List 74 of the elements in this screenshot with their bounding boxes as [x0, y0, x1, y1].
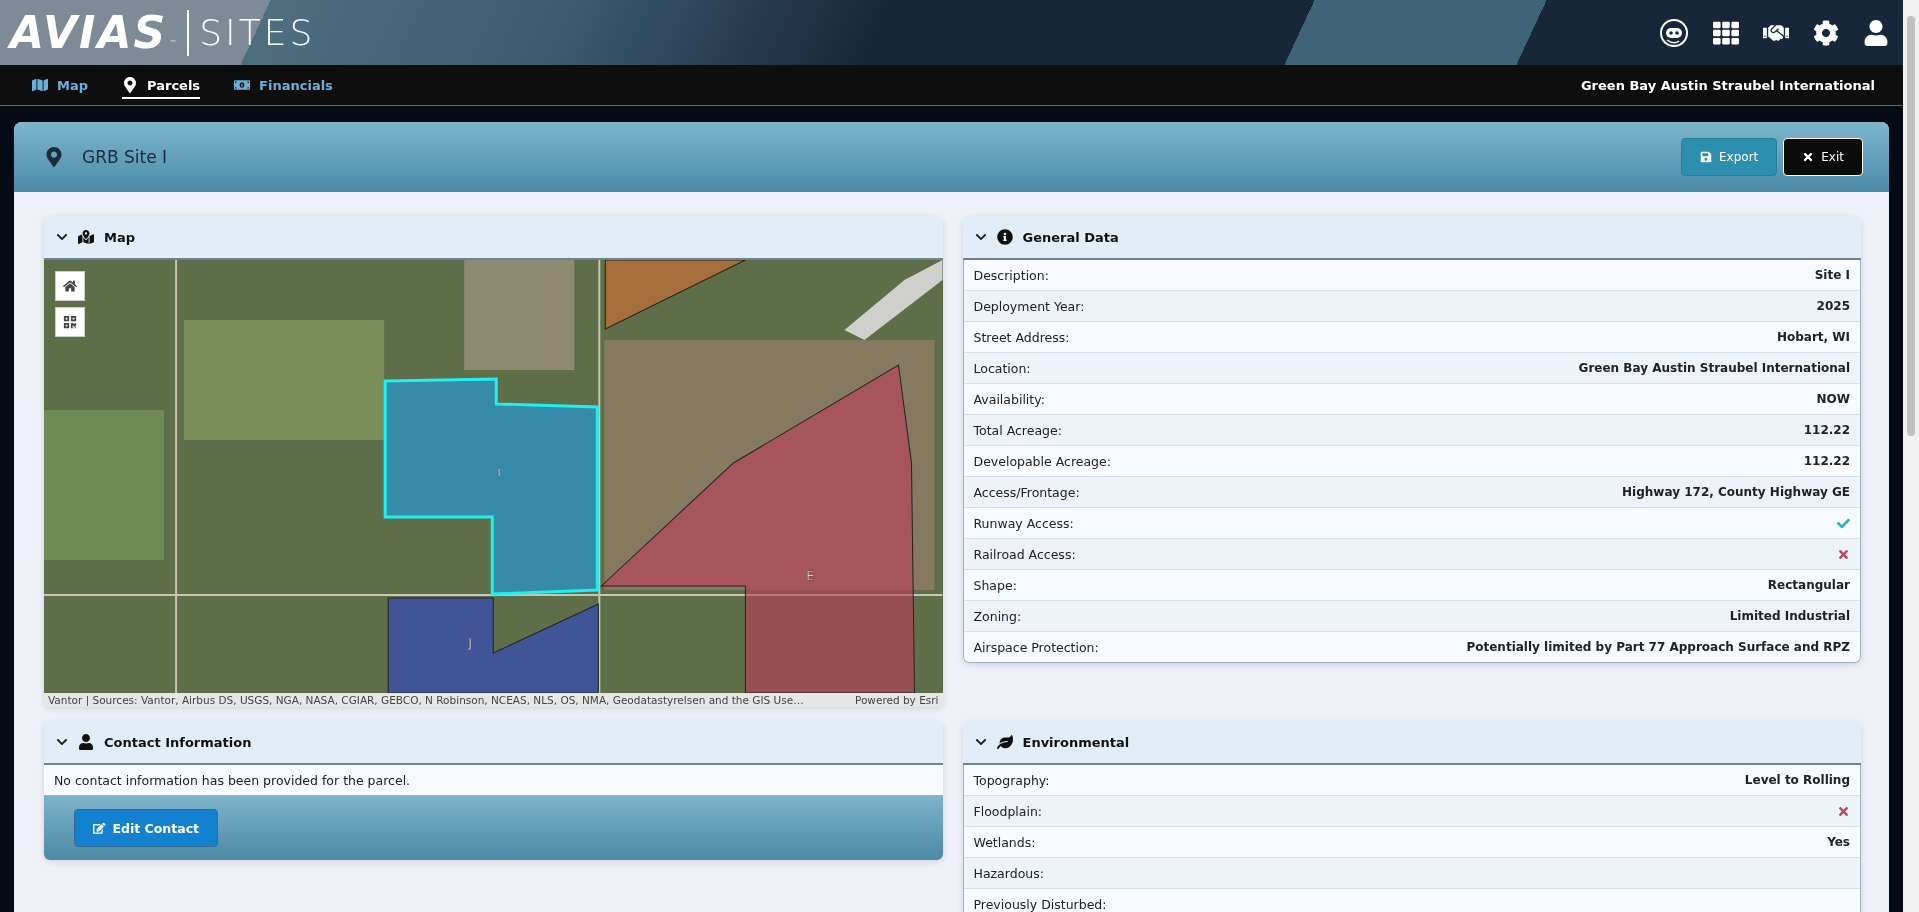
map-marker-icon: [78, 229, 94, 245]
field-label: Location:: [973, 360, 1031, 376]
field-label: Zoning:: [973, 608, 1022, 624]
home-icon: [63, 279, 77, 293]
field-value: 112.22: [1803, 423, 1850, 437]
field-value: Level to Rolling: [1744, 773, 1850, 787]
field-label: Access/Frontage:: [973, 484, 1080, 500]
robot-helmet-icon[interactable]: [1659, 17, 1689, 48]
home-button[interactable]: [55, 271, 85, 301]
scrollbar[interactable]: [1903, 0, 1919, 912]
exit-button[interactable]: Exit: [1783, 138, 1863, 176]
chevron-icon[interactable]: [56, 736, 68, 748]
banknote-icon: [234, 77, 251, 93]
chevron-icon[interactable]: [974, 231, 987, 243]
location-pin-icon: [122, 77, 138, 93]
map-icon: [32, 77, 48, 93]
settings-icon[interactable]: [1813, 19, 1839, 46]
field-label: Topography:: [973, 772, 1050, 788]
parcel-label: E: [806, 568, 815, 583]
field-label: Runway Access:: [973, 515, 1074, 531]
panel-title: Contact Information: [104, 734, 252, 750]
field-value: Potentially limited by Part 77 Approach Surface and RPZ: [1466, 640, 1850, 654]
panel-title: Map: [104, 229, 135, 245]
qr-code-button[interactable]: [55, 307, 85, 337]
field-value: 2025: [1816, 299, 1850, 313]
field-label: Shape:: [973, 577, 1017, 593]
chevron-icon[interactable]: [56, 231, 68, 243]
close-icon: [1802, 151, 1815, 163]
field-label: Railroad Access:: [973, 546, 1076, 562]
grid-icon[interactable]: [1713, 19, 1739, 46]
field-label: Description:: [973, 267, 1049, 283]
field-label: Wetlands:: [973, 834, 1036, 850]
field-label: Hazardous:: [973, 865, 1044, 881]
field-label: Airspace Protection:: [973, 639, 1099, 655]
trademark-sign: ™: [169, 39, 178, 48]
map-attribution: Vantor | Sources: Vantor, Airbus DS, USGS, NGA, NASA, CGIAR, GEBCO, N Robinson, NCEAS, NLS, OS, NMA, Geodatastyrelsen and the GIS Use…: [48, 694, 804, 706]
field-label: Street Address:: [973, 329, 1070, 345]
parcel-label: I: [497, 465, 502, 480]
field-value: Yes: [1827, 835, 1850, 849]
field-value: Site I: [1814, 268, 1850, 282]
nav-tab[interactable]: Parcels: [122, 71, 201, 99]
field-value: Rectangular: [1767, 578, 1850, 592]
user-icon: [78, 734, 94, 750]
export-button[interactable]: Export: [1681, 138, 1778, 176]
field-label: Developable Acreage:: [973, 453, 1111, 469]
panel-title: Environmental: [1022, 734, 1130, 750]
qr-code-icon: [63, 315, 77, 329]
chevron-icon[interactable]: [974, 736, 987, 748]
panel-title: General Data: [1022, 229, 1119, 245]
edit-contact-button[interactable]: Edit Contact: [74, 809, 219, 847]
nav-tab[interactable]: Financials: [234, 71, 333, 99]
edit-icon: [93, 821, 106, 835]
field-label: Total Acreage:: [973, 422, 1062, 438]
airport-name: Green Bay Austin Straubel International: [1580, 77, 1875, 93]
field-value: NOW: [1816, 392, 1850, 406]
page-title: GRB Site I: [82, 147, 168, 167]
product-name: SITES: [199, 12, 316, 53]
field-label: Previously Disturbed:: [973, 896, 1107, 912]
info-icon: [996, 229, 1013, 245]
save-icon: [1700, 151, 1712, 163]
powered-by-link[interactable]: Powered by Esri: [854, 694, 939, 706]
field-value: Hobart, WI: [1776, 330, 1850, 344]
user-icon[interactable]: [1863, 19, 1889, 46]
parcel-label: J: [468, 635, 473, 650]
field-value: Highway 172, County Highway GE: [1622, 485, 1850, 499]
field-value: Green Bay Austin Straubel International: [1578, 361, 1850, 375]
leaf-icon: [996, 734, 1013, 750]
field-label: Availability:: [973, 391, 1045, 407]
field-value: Limited Industrial: [1729, 609, 1850, 623]
location-pin-icon: [44, 147, 64, 167]
field-value: 112.22: [1803, 454, 1850, 468]
nav-tab[interactable]: Map: [32, 71, 88, 99]
field-label: Deployment Year:: [973, 298, 1085, 314]
field-label: Floodplain:: [973, 803, 1043, 819]
